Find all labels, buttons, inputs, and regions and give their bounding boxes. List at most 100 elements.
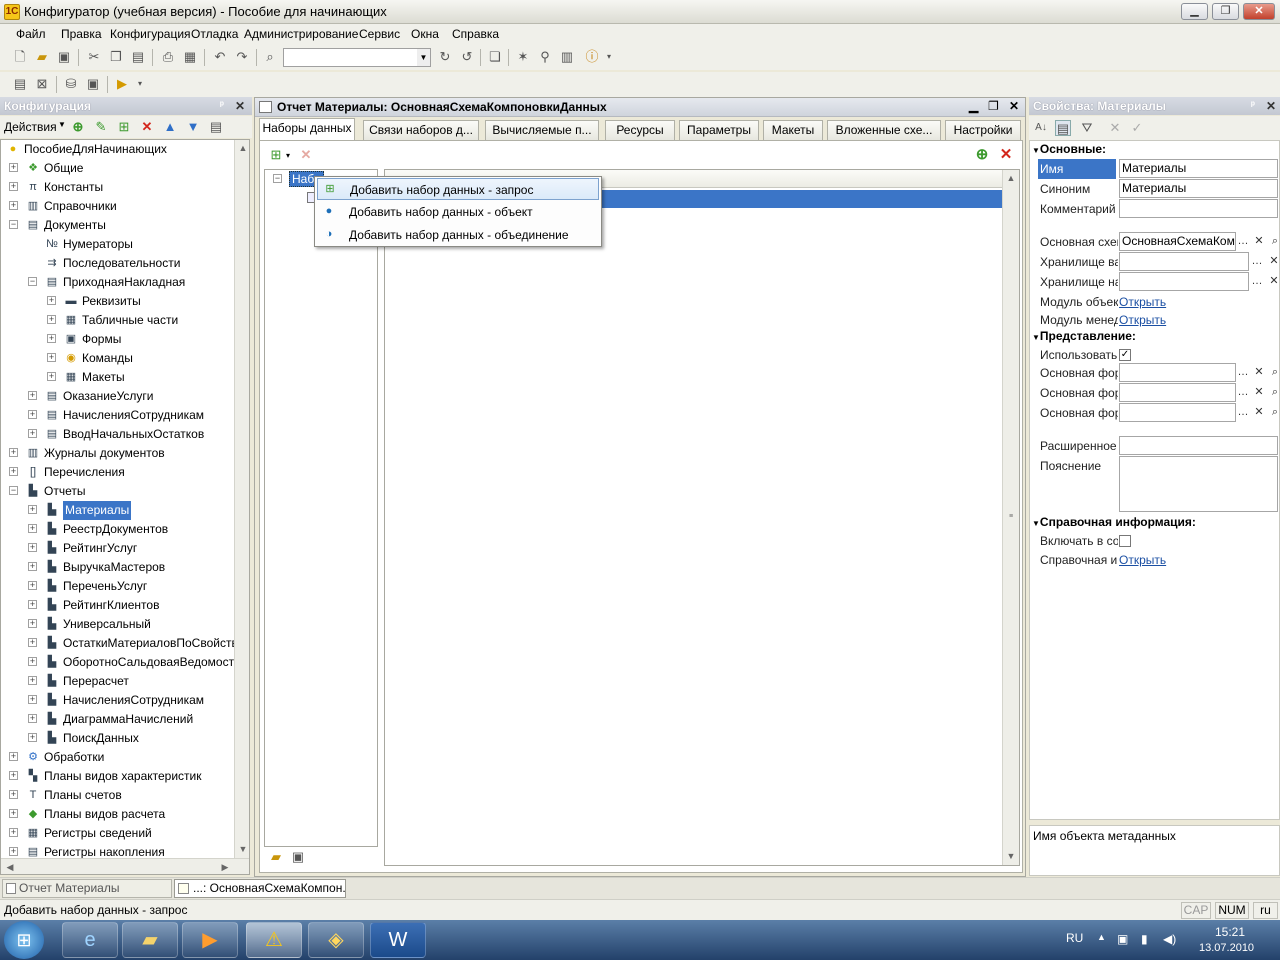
pin-icon[interactable]: ᵖ <box>1251 97 1255 115</box>
prop-name[interactable]: Имя Материалы <box>1030 159 1280 179</box>
extended-presentation-input[interactable] <box>1119 436 1278 455</box>
clear-field-icon[interactable]: ✕ <box>1251 403 1267 421</box>
delete-icon[interactable]: ✕ <box>139 119 155 135</box>
tree-item[interactable]: + ▙ Универсальный <box>1 615 233 634</box>
menu-windows[interactable]: Окна <box>411 27 439 41</box>
ellipsis-icon[interactable]: … <box>1249 272 1265 290</box>
main-schema-input[interactable]: ОсновнаяСхемаКомп <box>1119 232 1236 251</box>
expand-icon[interactable]: + <box>28 695 37 704</box>
collapse-icon[interactable]: − <box>9 486 18 495</box>
1c-enterprise-taskbar-icon[interactable]: ◈ <box>308 922 364 958</box>
new-file-icon[interactable]: 🗋 <box>12 49 28 65</box>
tree-item[interactable]: + ▤ НачисленияСотрудникам <box>1 406 233 425</box>
tree-item[interactable]: + π Константы <box>1 178 233 197</box>
show-hidden-icons-icon[interactable]: ▲ <box>1097 932 1106 942</box>
prop-explanation[interactable]: Пояснение <box>1030 456 1280 512</box>
expand-icon[interactable]: + <box>47 372 56 381</box>
actions-menu[interactable]: Действия <box>4 120 57 134</box>
prop-synonym[interactable]: Синоним Материалы <box>1030 179 1280 199</box>
pin-icon[interactable]: ᵖ <box>220 97 224 115</box>
chevron-down-icon[interactable]: ▾ <box>286 151 290 160</box>
info-icon[interactable]: ⓘ <box>584 49 600 65</box>
prop-extended-presentation[interactable]: Расширенное п <box>1030 436 1280 456</box>
expand-icon[interactable]: + <box>9 790 18 799</box>
expand-icon[interactable]: + <box>9 448 18 457</box>
delete-field-icon[interactable]: ✕ <box>998 147 1014 163</box>
expand-icon[interactable]: + <box>28 429 37 438</box>
search-icon[interactable]: ⌕ <box>262 49 278 65</box>
ellipsis-icon[interactable]: … <box>1235 403 1251 421</box>
expand-icon[interactable]: + <box>28 676 37 685</box>
paste-icon[interactable]: ▤ <box>130 49 146 65</box>
menu-item-add-query-dataset[interactable]: ⊞ Добавить набор данных - запрос <box>317 178 599 200</box>
print-icon[interactable]: ⎙ <box>160 49 176 65</box>
expand-icon[interactable]: + <box>28 524 37 533</box>
config-open-icon[interactable]: ▤ <box>12 76 28 92</box>
tab-calculated-fields[interactable]: Вычисляемые п... <box>485 120 599 140</box>
ellipsis-icon[interactable]: … <box>1235 383 1251 401</box>
expand-icon[interactable]: + <box>28 733 37 742</box>
expand-icon[interactable]: + <box>47 353 56 362</box>
window-tab-dcs[interactable]: ...: ОсновнаяСхемаКомпон... <box>174 879 346 898</box>
expand-icon[interactable]: + <box>9 201 18 210</box>
open-field-icon[interactable]: ⌕ <box>1267 232 1280 250</box>
find-prev-icon[interactable]: ↺ <box>459 49 475 65</box>
tree-item[interactable]: − ▙ Отчеты <box>1 482 233 501</box>
tree-item[interactable]: − ▤ Документы <box>1 216 233 235</box>
help-book-icon[interactable]: ▥ <box>559 49 575 65</box>
minimize-button[interactable]: ▁ <box>1181 3 1208 20</box>
menu-service[interactable]: Сервис <box>359 27 400 41</box>
collapse-icon[interactable]: − <box>9 220 18 229</box>
expand-icon[interactable]: + <box>28 562 37 571</box>
variants-storage-input[interactable] <box>1119 252 1249 271</box>
move-up-icon[interactable]: ▲ <box>162 119 178 135</box>
save-icon[interactable]: ▣ <box>56 49 72 65</box>
tree-item[interactable]: + ▙ ОстаткиМатериаловПоСвойств... <box>1 634 248 653</box>
tab-datasets[interactable]: Наборы данных <box>259 118 355 140</box>
open-field-icon[interactable]: ⌕ <box>1267 383 1280 401</box>
section-presentation[interactable]: ▼Представление: <box>1032 329 1136 343</box>
find-next-icon[interactable]: ↻ <box>437 49 453 65</box>
tree-item[interactable]: + ▚ Планы видов характеристик <box>1 767 233 786</box>
internet-explorer-icon[interactable]: e <box>62 922 118 958</box>
tab-parameters[interactable]: Параметры <box>679 120 759 140</box>
tree-item[interactable]: + ▙ Материалы <box>1 501 233 520</box>
section-main[interactable]: ▼Основные: <box>1032 142 1106 156</box>
clock-time[interactable]: 15:21 <box>1215 925 1245 939</box>
expand-icon[interactable]: + <box>28 600 37 609</box>
expand-icon[interactable]: + <box>28 619 37 628</box>
prop-main-form-1[interactable]: Основная форм … ✕ ⌕ <box>1030 363 1280 383</box>
tree-item[interactable]: ⇉ Последовательности <box>1 254 233 273</box>
word-icon[interactable]: W <box>370 922 426 958</box>
toolbar-overflow-icon[interactable]: ▾ <box>601 49 617 65</box>
menu-configuration[interactable]: Конфигурация <box>110 27 191 41</box>
prop-settings-storage[interactable]: Хранилище нас … ✕ <box>1030 272 1280 292</box>
manager-module-open-link[interactable]: Открыть <box>1119 310 1166 330</box>
clear-field-icon[interactable]: ✕ <box>1251 232 1267 250</box>
expand-icon[interactable]: + <box>9 182 18 191</box>
settings-storage-input[interactable] <box>1119 272 1249 291</box>
tree-item[interactable]: № Нумераторы <box>1 235 233 254</box>
tree-item[interactable]: + ▙ РейтингКлиентов <box>1 596 233 615</box>
move-down-icon[interactable]: ▼ <box>185 119 201 135</box>
scroll-up-icon[interactable]: ▲ <box>1004 171 1018 185</box>
clear-field-icon[interactable]: ✕ <box>1251 363 1267 381</box>
copy-icon[interactable]: ❐ <box>108 49 124 65</box>
tree-item[interactable]: + ▙ ВыручкаМастеров <box>1 558 233 577</box>
menu-administration[interactable]: Администрирование <box>244 27 358 41</box>
tree-item[interactable]: + ▙ РейтингУслуг <box>1 539 233 558</box>
start-button-icon[interactable]: ⊞ <box>4 921 44 959</box>
tree-item[interactable]: + ▬ Реквизиты <box>1 292 233 311</box>
expand-icon[interactable]: + <box>47 296 56 305</box>
tab-resources[interactable]: Ресурсы <box>605 120 675 140</box>
collapse-icon[interactable]: − <box>28 277 37 286</box>
config-window-icon[interactable]: ▣ <box>85 76 101 92</box>
section-reference[interactable]: ▼Справочная информация: <box>1032 515 1196 529</box>
tree-item[interactable]: + ▙ ДиаграммаНачислений <box>1 710 233 729</box>
power-icon[interactable]: ▮ <box>1141 932 1148 946</box>
reference-info-open-link[interactable]: Открыть <box>1119 550 1166 570</box>
save-query-icon[interactable]: ▣ <box>290 849 306 865</box>
add-icon[interactable]: ⊕ <box>70 119 86 135</box>
clock-date[interactable]: 13.07.2010 <box>1199 942 1254 954</box>
update-db-icon[interactable]: ⛁ <box>63 76 79 92</box>
